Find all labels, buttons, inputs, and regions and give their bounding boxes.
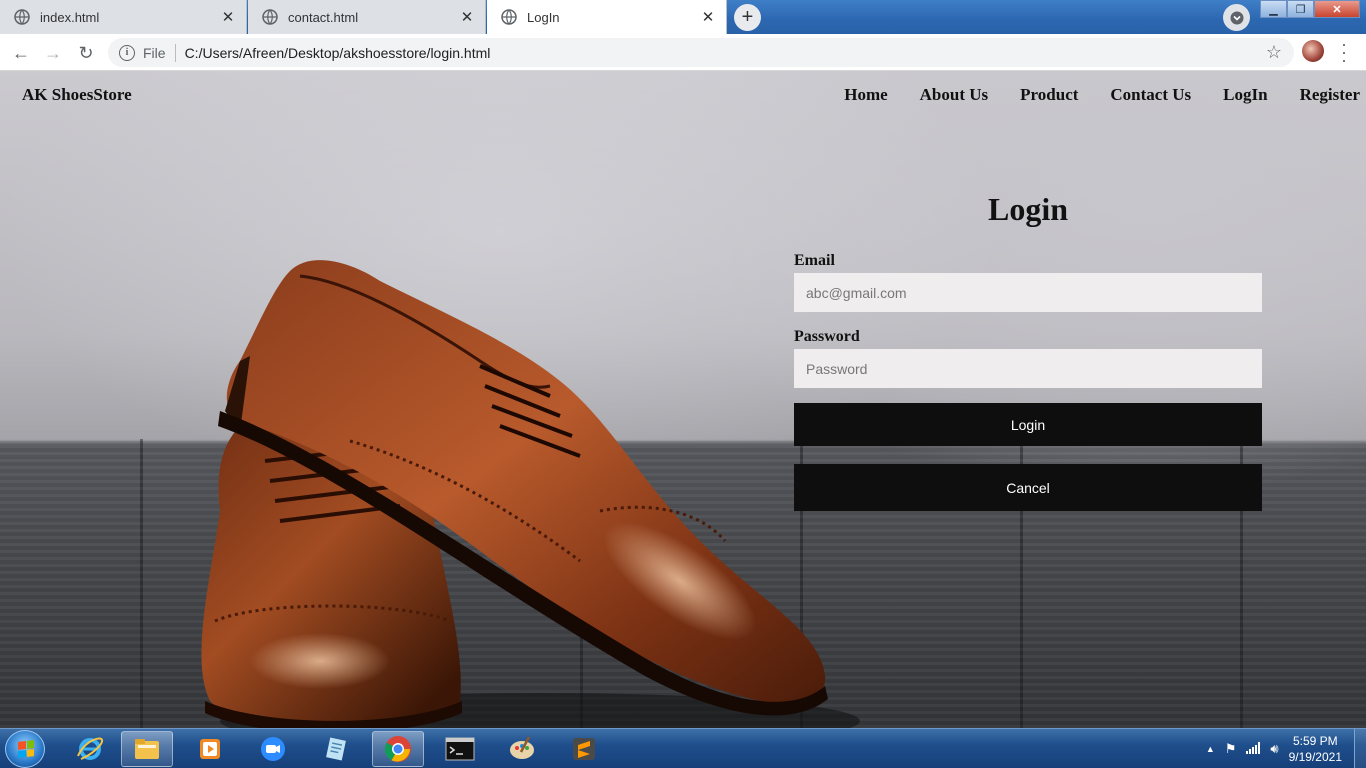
nav-contact-us[interactable]: Contact Us <box>1110 85 1191 105</box>
clock-date: 9/19/2021 <box>1288 750 1342 764</box>
close-icon[interactable]: ✕ <box>700 9 716 26</box>
url-text: C:/Users/Afreen/Desktop/akshoesstore/log… <box>184 44 491 61</box>
window-controls: ▁ ❐ ✕ <box>1260 0 1360 18</box>
nav-product[interactable]: Product <box>1020 85 1078 105</box>
notepad-icon[interactable] <box>310 731 362 767</box>
paint-icon[interactable] <box>496 731 548 767</box>
browser-tab-strip: index.html ✕ contact.html ✕ LogIn ✕ + ▁ … <box>0 0 1366 34</box>
globe-icon <box>262 9 278 25</box>
windows-taskbar: ▲ ⚑ 🔊︎ 5:59 PM 9/19/2021 <box>0 728 1366 768</box>
close-window-button[interactable]: ✕ <box>1314 0 1360 18</box>
nav-register[interactable]: Register <box>1300 85 1360 105</box>
network-signal-icon[interactable] <box>1246 741 1261 757</box>
tab-index[interactable]: index.html ✕ <box>0 0 247 34</box>
zoom-icon[interactable] <box>247 731 299 767</box>
nav-about-us[interactable]: About Us <box>920 85 989 105</box>
nav-login[interactable]: LogIn <box>1223 85 1267 105</box>
nav-home[interactable]: Home <box>844 85 887 105</box>
tab-login[interactable]: LogIn ✕ <box>487 0 727 34</box>
close-icon[interactable]: ✕ <box>220 9 236 26</box>
tab-search-button[interactable] <box>1223 4 1250 31</box>
password-label: Password <box>794 328 860 345</box>
globe-icon <box>501 9 517 25</box>
globe-icon <box>14 9 30 25</box>
browser-toolbar: ← → ↻ i File C:/Users/Afreen/Desktop/aks… <box>0 34 1366 71</box>
chevron-down-icon <box>1230 11 1243 24</box>
minimize-button[interactable]: ▁ <box>1260 0 1287 18</box>
new-tab-button[interactable]: + <box>734 4 761 31</box>
command-prompt-icon[interactable] <box>434 731 486 767</box>
page-viewport: AK ShoesStore Home About Us Product Cont… <box>0 71 1366 728</box>
address-bar[interactable]: i File C:/Users/Afreen/Desktop/akshoesst… <box>108 38 1294 67</box>
show-desktop-button[interactable] <box>1354 729 1366 768</box>
tab-title: contact.html <box>288 9 359 25</box>
restore-button[interactable]: ❐ <box>1287 0 1314 18</box>
internet-explorer-icon[interactable] <box>64 731 116 767</box>
reload-icon[interactable]: ↻ <box>75 42 97 64</box>
login-title: Login <box>987 191 1069 227</box>
profile-avatar[interactable] <box>1302 40 1324 62</box>
system-tray: ▲ ⚑ 🔊︎ 5:59 PM 9/19/2021 <box>1206 729 1366 768</box>
file-explorer-icon[interactable] <box>121 731 173 767</box>
clock[interactable]: 5:59 PM 9/19/2021 <box>1289 733 1342 765</box>
forward-icon[interactable]: → <box>42 42 64 64</box>
nav-links: Home About Us Product Contact Us LogIn R… <box>812 85 1360 105</box>
clock-time: 5:59 PM <box>1292 734 1338 748</box>
bookmark-star-icon[interactable]: ☆ <box>1266 42 1282 63</box>
action-center-flag-icon[interactable]: ⚑ <box>1225 741 1237 757</box>
cancel-button[interactable]: Cancel <box>794 464 1262 511</box>
site-brand[interactable]: AK ShoesStore <box>22 85 132 105</box>
shoes-hero-image <box>201 260 860 728</box>
email-label: Email <box>794 252 835 269</box>
tab-title: index.html <box>40 9 100 25</box>
password-field[interactable] <box>794 349 1262 388</box>
start-button[interactable] <box>5 730 45 768</box>
windows-logo-icon <box>18 740 34 758</box>
tab-contact[interactable]: contact.html ✕ <box>248 0 486 34</box>
scheme-label: File <box>143 44 166 61</box>
show-hidden-icons-icon[interactable]: ▲ <box>1206 744 1215 754</box>
divider <box>174 43 176 62</box>
sublime-text-icon[interactable] <box>558 731 610 767</box>
volume-icon[interactable]: 🔊︎ <box>1270 741 1278 757</box>
login-form: Login Email Password Login Cancel <box>794 191 1262 511</box>
close-icon[interactable]: ✕ <box>459 9 475 26</box>
site-navbar: AK ShoesStore Home About Us Product Cont… <box>0 71 1366 119</box>
back-icon[interactable]: ← <box>10 42 32 64</box>
login-button[interactable]: Login <box>794 403 1262 446</box>
chrome-icon[interactable] <box>372 731 424 767</box>
tab-title: LogIn <box>527 9 560 25</box>
more-menu-icon[interactable]: · · · <box>1336 35 1352 69</box>
email-field[interactable] <box>794 273 1262 312</box>
info-icon[interactable]: i <box>119 44 135 61</box>
media-player-icon[interactable] <box>184 731 236 767</box>
